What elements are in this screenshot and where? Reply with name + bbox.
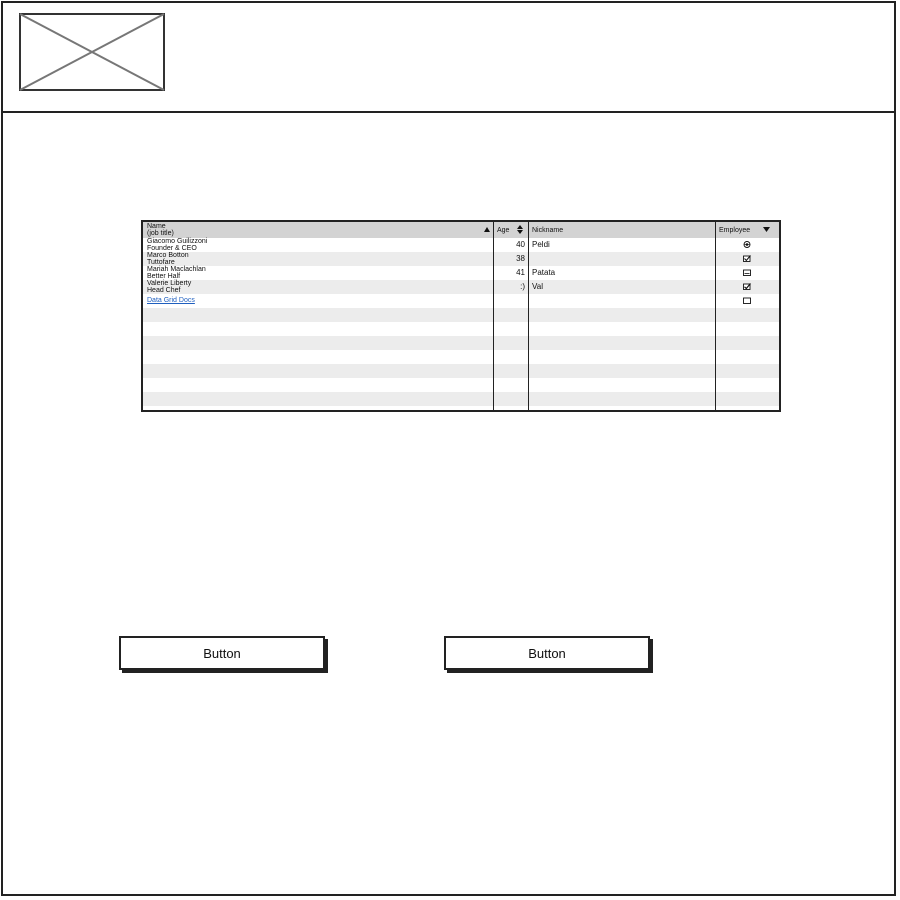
- employee-name: Giacomo Guilizzoni: [147, 238, 208, 245]
- nickname-value: Val: [532, 282, 543, 291]
- empty-row: [143, 308, 779, 322]
- age-value: 40: [516, 240, 525, 249]
- column-header-name-label: Name: [147, 223, 166, 230]
- age-cell: :): [494, 280, 528, 294]
- employee-name: Mariah Maclachlan: [147, 266, 206, 273]
- empty-row: [143, 364, 779, 378]
- sort-both-icon[interactable]: [517, 225, 523, 234]
- column-header-employee-label: Employee: [719, 227, 751, 234]
- job-title: Head Chef: [147, 287, 181, 294]
- employee-cell: [716, 266, 779, 280]
- column-header-name-sublabel: (job title): [147, 230, 174, 237]
- column-header-nickname[interactable]: Nickname: [529, 222, 715, 238]
- grid-header: Name (job title) Age Nickname Employee: [143, 222, 779, 238]
- employee-cell: [716, 294, 779, 308]
- sort-descending-icon[interactable]: [763, 227, 770, 232]
- grid-body: Giacomo Guilizzoni Founder & CEO 40 Peld…: [143, 238, 779, 410]
- window-frame: Name (job title) Age Nickname Employee G…: [1, 1, 896, 896]
- table-row[interactable]: Marco Botton Tuttofare 38: [143, 252, 779, 266]
- nickname-value: Peldi: [532, 240, 550, 249]
- nickname-value: Patata: [532, 268, 556, 277]
- checkbox-checked-icon[interactable]: [743, 283, 751, 290]
- empty-row: [143, 378, 779, 392]
- nickname-cell: Peldi: [529, 238, 715, 252]
- employee-cell: [716, 280, 779, 294]
- employee-name: Valerie Liberty: [147, 280, 192, 287]
- sort-ascending-icon[interactable]: [484, 227, 490, 232]
- age-value: :): [520, 282, 525, 291]
- column-divider: [493, 222, 494, 410]
- nickname-cell: Patata: [529, 266, 715, 280]
- checkbox-empty-icon[interactable]: [743, 297, 751, 304]
- table-row[interactable]: Mariah Maclachlan Better Half 41 Patata: [143, 266, 779, 280]
- name-cell: Giacomo Guilizzoni Founder & CEO: [143, 238, 493, 252]
- employee-name: Marco Botton: [147, 252, 189, 259]
- nickname-cell: [529, 252, 715, 266]
- checkbox-checked-icon[interactable]: [743, 255, 751, 262]
- primary-button[interactable]: Button: [119, 636, 325, 670]
- employee-cell: [716, 252, 779, 266]
- data-grid[interactable]: Name (job title) Age Nickname Employee G…: [141, 220, 781, 412]
- empty-row: [143, 350, 779, 364]
- table-row[interactable]: Giacomo Guilizzoni Founder & CEO 40 Peld…: [143, 238, 779, 252]
- name-cell: Valerie Liberty Head Chef: [143, 280, 493, 294]
- name-cell: Marco Botton Tuttofare: [143, 252, 493, 266]
- employee-cell: [716, 238, 779, 252]
- image-placeholder-icon: [19, 13, 165, 91]
- data-grid-docs-link[interactable]: Data Grid Docs: [147, 297, 195, 304]
- empty-row: [143, 322, 779, 336]
- age-cell: 41: [494, 266, 528, 280]
- empty-row: [143, 392, 779, 406]
- column-header-age[interactable]: Age: [494, 222, 528, 238]
- secondary-button[interactable]: Button: [444, 636, 650, 670]
- job-title: Founder & CEO: [147, 245, 197, 252]
- age-value: 38: [516, 254, 525, 263]
- column-header-nickname-label: Nickname: [532, 227, 564, 234]
- job-title: Better Half: [147, 273, 181, 280]
- empty-row: [143, 406, 779, 420]
- column-divider: [528, 222, 529, 410]
- column-header-age-label: Age: [497, 227, 510, 234]
- name-cell: Mariah Maclachlan Better Half: [143, 266, 493, 280]
- age-cell: 40: [494, 238, 528, 252]
- column-header-employee[interactable]: Employee: [716, 222, 779, 238]
- radio-selected-icon[interactable]: [743, 241, 751, 248]
- table-row[interactable]: Data Grid Docs: [143, 294, 779, 308]
- column-divider: [715, 222, 716, 410]
- name-cell: Data Grid Docs: [143, 294, 493, 308]
- age-value: 41: [516, 268, 525, 277]
- table-row[interactable]: Valerie Liberty Head Chef :) Val: [143, 280, 779, 294]
- age-cell: 38: [494, 252, 528, 266]
- checkbox-partial-icon[interactable]: [743, 269, 751, 276]
- header: [3, 3, 894, 113]
- nickname-cell: Val: [529, 280, 715, 294]
- job-title: Tuttofare: [147, 259, 175, 266]
- empty-row: [143, 336, 779, 350]
- column-header-name[interactable]: Name (job title): [143, 222, 493, 238]
